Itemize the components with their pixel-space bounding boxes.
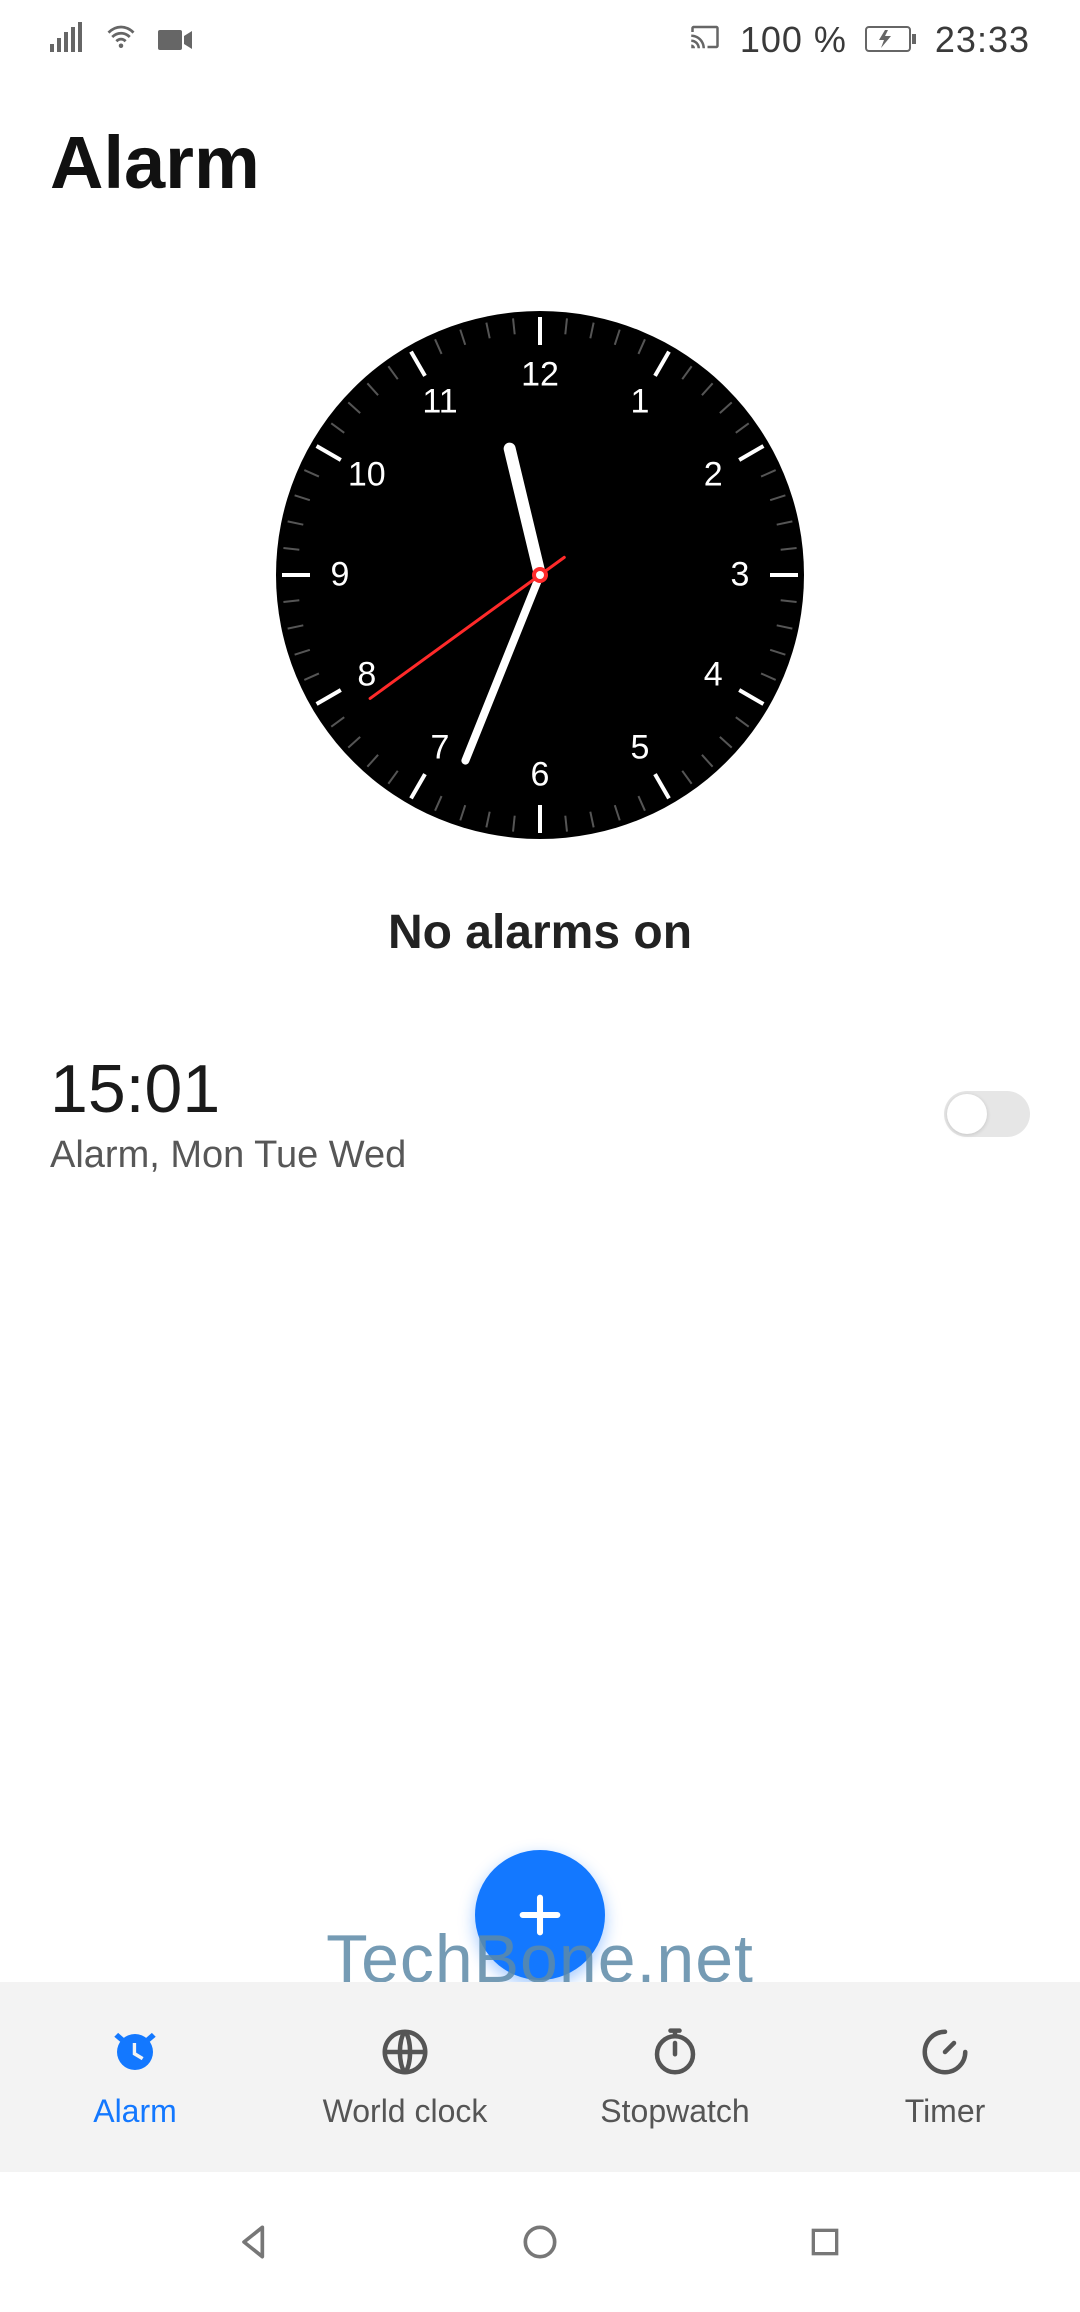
- tab-timer[interactable]: Timer: [810, 1982, 1080, 2172]
- timer-icon: [918, 2025, 972, 2079]
- home-button[interactable]: [510, 2212, 570, 2272]
- wifi-icon: [102, 19, 140, 61]
- page-header: Alarm: [0, 80, 1080, 225]
- alarm-subtitle: Alarm, Mon Tue Wed: [50, 1134, 406, 1177]
- battery-icon: [865, 19, 917, 61]
- alarm-toggle[interactable]: [944, 1091, 1030, 1137]
- plus-icon: [514, 1889, 566, 1941]
- clock-numeral: 10: [348, 456, 386, 495]
- alarm-status-text: No alarms on: [0, 875, 1080, 1020]
- tab-bar: Alarm World clock Stopwatch Timer: [0, 1982, 1080, 2172]
- alarm-row[interactable]: 15:01 Alarm, Mon Tue Wed: [50, 1050, 1030, 1177]
- tab-label: World clock: [323, 2093, 488, 2130]
- back-button[interactable]: [225, 2212, 285, 2272]
- tab-label: Timer: [905, 2093, 986, 2130]
- tab-label: Alarm: [93, 2093, 177, 2130]
- clock-numeral: 12: [521, 356, 559, 395]
- signal-icon: [50, 19, 84, 61]
- clock-numeral: 4: [704, 656, 723, 695]
- clock-numeral: 9: [331, 556, 350, 595]
- stopwatch-icon: [648, 2025, 702, 2079]
- tab-alarm[interactable]: Alarm: [0, 1982, 270, 2172]
- status-bar: 100 % 23:33: [0, 0, 1080, 80]
- battery-percent: 100 %: [740, 19, 847, 61]
- clock-numeral: 7: [431, 729, 450, 768]
- status-clock: 23:33: [935, 19, 1030, 61]
- clock-numeral: 3: [731, 556, 750, 595]
- clock-numeral: 2: [704, 456, 723, 495]
- tab-world-clock[interactable]: World clock: [270, 1982, 540, 2172]
- cast-icon: [688, 19, 722, 61]
- clock-numeral: 8: [357, 656, 376, 695]
- recent-apps-button[interactable]: [795, 2212, 855, 2272]
- clock-numeral: 6: [531, 756, 550, 795]
- clock-numeral: 1: [631, 382, 650, 421]
- camera-icon: [158, 19, 194, 61]
- alarm-list: 15:01 Alarm, Mon Tue Wed: [0, 1020, 1080, 1207]
- clock-numeral: 5: [631, 729, 650, 768]
- page-title: Alarm: [50, 120, 1030, 205]
- system-nav-bar: [0, 2172, 1080, 2312]
- clock-numeral: 11: [422, 382, 457, 421]
- add-alarm-button[interactable]: [475, 1850, 605, 1980]
- globe-icon: [378, 2025, 432, 2079]
- alarm-time: 15:01: [50, 1050, 406, 1128]
- tab-stopwatch[interactable]: Stopwatch: [540, 1982, 810, 2172]
- alarm-icon: [108, 2025, 162, 2079]
- analog-clock: 121234567891011: [270, 305, 810, 845]
- analog-clock-container: 121234567891011: [0, 225, 1080, 875]
- tab-label: Stopwatch: [600, 2093, 749, 2130]
